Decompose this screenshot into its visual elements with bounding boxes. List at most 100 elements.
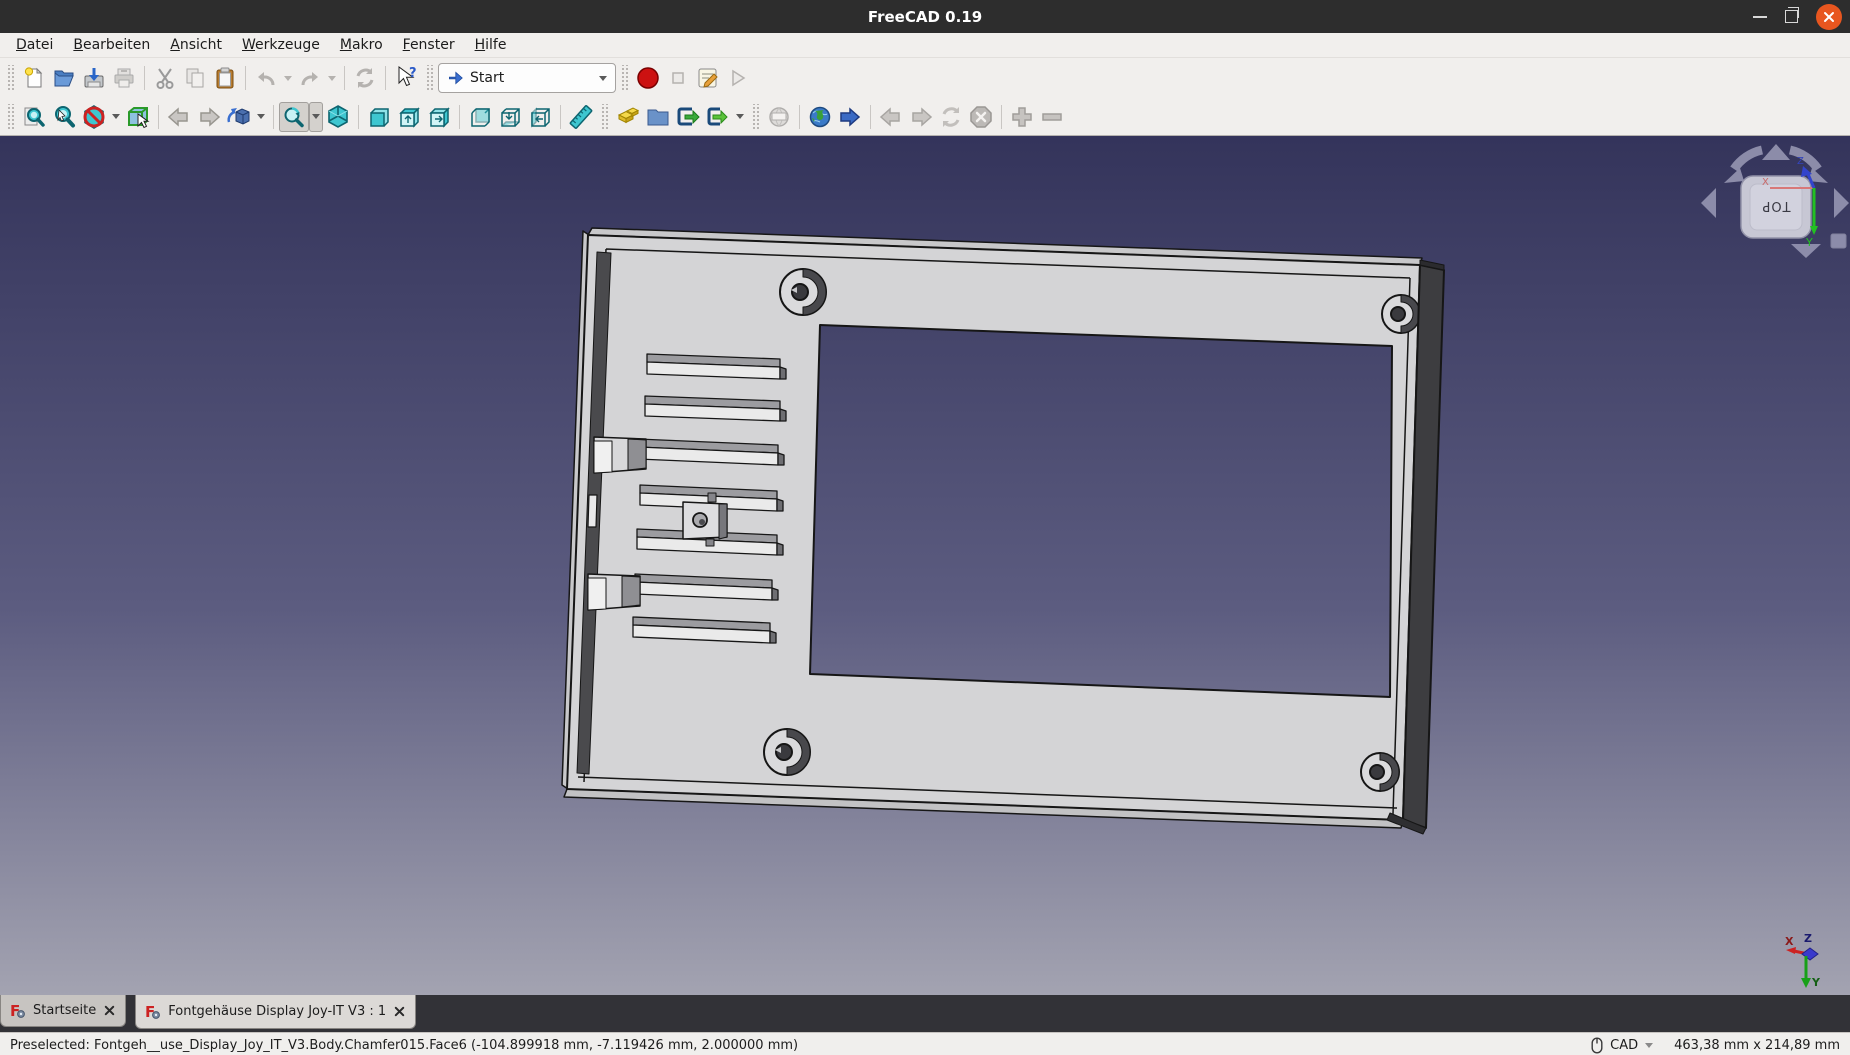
navcube-face-label: TOP (1761, 198, 1791, 213)
axis-y-label: Y (1811, 976, 1821, 989)
toolbar-drag-handle[interactable] (6, 104, 15, 130)
browser-stop-icon[interactable] (966, 102, 996, 132)
3d-viewport[interactable]: TOP X Z Y X Z Y (0, 136, 1850, 995)
export-dropdown-icon[interactable] (733, 102, 747, 132)
menubar: Datei Bearbeiten Ansicht Werkzeuge Makro… (0, 33, 1850, 58)
menu-bearbeiten[interactable]: Bearbeiten (63, 35, 160, 55)
mouse-icon (1591, 1037, 1603, 1054)
menu-werkzeuge[interactable]: Werkzeuge (232, 35, 330, 55)
browser-back-icon[interactable] (876, 102, 906, 132)
right-view-icon[interactable] (424, 102, 454, 132)
mouse-mode-caret-icon[interactable] (1645, 1043, 1653, 1052)
menu-makro[interactable]: Makro (330, 35, 393, 55)
undo-icon[interactable] (251, 63, 281, 93)
draw-style-dropdown-icon[interactable] (109, 102, 123, 132)
left-view-icon[interactable] (525, 102, 555, 132)
browser-forward-icon[interactable] (906, 102, 936, 132)
navcube-x-label: X (1762, 177, 1769, 188)
menu-fenster[interactable]: Fenster (393, 35, 465, 55)
titlebar[interactable]: FreeCAD 0.19 (0, 0, 1850, 33)
fit-all-icon[interactable] (19, 102, 49, 132)
toolbar-standard: ? Start (0, 58, 1850, 98)
edit-macro-icon[interactable] (693, 63, 723, 93)
export-alt-icon[interactable] (703, 102, 733, 132)
measure-distance-icon[interactable] (566, 102, 596, 132)
top-view-icon[interactable] (394, 102, 424, 132)
close-icon[interactable] (1816, 4, 1842, 30)
web-page-disabled-icon[interactable] (764, 102, 794, 132)
workbench-arrow-icon (447, 70, 463, 86)
zoom-rotate-icon[interactable] (279, 102, 309, 132)
minimize-icon[interactable] (1753, 16, 1767, 18)
tab-startseite[interactable]: F Startseite (0, 995, 126, 1027)
home-view-dropdown-icon[interactable] (254, 102, 268, 132)
view-dimensions: 463,38 mm x 214,89 mm (1674, 1038, 1840, 1053)
zoom-rotate-dropdown-icon[interactable] (309, 102, 323, 132)
axonometric-view-icon[interactable] (323, 102, 353, 132)
menu-ansicht[interactable]: Ansicht (160, 35, 232, 55)
window-title: FreeCAD 0.19 (0, 8, 1850, 26)
workbench-caret-icon (599, 76, 607, 85)
box-element-selection-icon[interactable] (123, 102, 153, 132)
navcube-y-label: Y (1805, 236, 1813, 249)
copy-icon[interactable] (180, 63, 210, 93)
document-tabbar: F Startseite F Fontgehäuse Display Joy-I… (0, 995, 1850, 1032)
start-workbench-icon[interactable] (613, 102, 643, 132)
restore-icon[interactable] (1785, 10, 1798, 23)
toolbar-drag-handle[interactable] (6, 65, 15, 91)
freecad-file-icon: F (10, 1003, 26, 1019)
menu-datei[interactable]: Datei (6, 35, 63, 55)
model-part[interactable] (562, 228, 1444, 834)
documents-folder-icon[interactable] (643, 102, 673, 132)
svg-text:?: ? (409, 66, 417, 81)
rear-view-icon[interactable] (465, 102, 495, 132)
nav-back-icon[interactable] (164, 102, 194, 132)
navcube-z-label: Z (1797, 156, 1804, 167)
refresh-icon[interactable] (350, 63, 380, 93)
tab-label: Fontgehäuse Display Joy-IT V3 : 1 (168, 1004, 386, 1019)
front-view-icon[interactable] (364, 102, 394, 132)
tab-fontgehaeuse[interactable]: F Fontgehäuse Display Joy-IT V3 : 1 (135, 995, 416, 1029)
navigation-cube[interactable]: TOP X Z Y (1701, 144, 1849, 258)
cut-icon[interactable] (150, 63, 180, 93)
export-icon[interactable] (673, 102, 703, 132)
browser-refresh-icon[interactable] (936, 102, 966, 132)
fit-selection-icon[interactable] (49, 102, 79, 132)
redo-dropdown-icon[interactable] (325, 63, 339, 93)
menu-hilfe[interactable]: Hilfe (465, 35, 517, 55)
new-file-icon[interactable] (19, 63, 49, 93)
open-website-icon[interactable] (805, 102, 835, 132)
whats-this-icon[interactable]: ? (391, 63, 421, 93)
stop-macro-icon[interactable] (663, 63, 693, 93)
play-macro-icon[interactable] (723, 63, 753, 93)
toolbar-view (0, 98, 1850, 136)
nav-forward-icon[interactable] (194, 102, 224, 132)
record-macro-icon[interactable] (633, 63, 663, 93)
toolbar-drag-handle[interactable] (600, 104, 609, 130)
wall-slot (588, 495, 597, 527)
draw-style-icon[interactable] (79, 102, 109, 132)
zoom-out-icon[interactable] (1037, 102, 1067, 132)
bottom-view-icon[interactable] (495, 102, 525, 132)
toolbar-drag-handle[interactable] (620, 65, 629, 91)
redo-icon[interactable] (295, 63, 325, 93)
freecad-file-icon: F (145, 1004, 161, 1020)
preselected-status-text: Preselected: Fontgeh__use_Display_Joy_IT… (10, 1038, 798, 1053)
axis-indicator-icon: X Z Y (1785, 932, 1821, 989)
tab-close-icon[interactable] (103, 1004, 116, 1017)
workbench-selector[interactable]: Start (438, 63, 616, 93)
undo-dropdown-icon[interactable] (281, 63, 295, 93)
open-file-icon[interactable] (49, 63, 79, 93)
next-page-icon[interactable] (835, 102, 865, 132)
save-icon[interactable] (79, 63, 109, 93)
freecad-window: FreeCAD 0.19 Datei Bearbeiten Ansicht We… (0, 0, 1850, 1055)
tab-close-icon[interactable] (393, 1005, 406, 1018)
toolbar-drag-handle[interactable] (751, 104, 760, 130)
home-view-icon[interactable] (224, 102, 254, 132)
toolbar-drag-handle[interactable] (425, 65, 434, 91)
mouse-mode-value[interactable]: CAD (1610, 1038, 1638, 1053)
paste-icon[interactable] (210, 63, 240, 93)
zoom-in-icon[interactable] (1007, 102, 1037, 132)
print-icon[interactable] (109, 63, 139, 93)
tab-label: Startseite (33, 1003, 96, 1018)
